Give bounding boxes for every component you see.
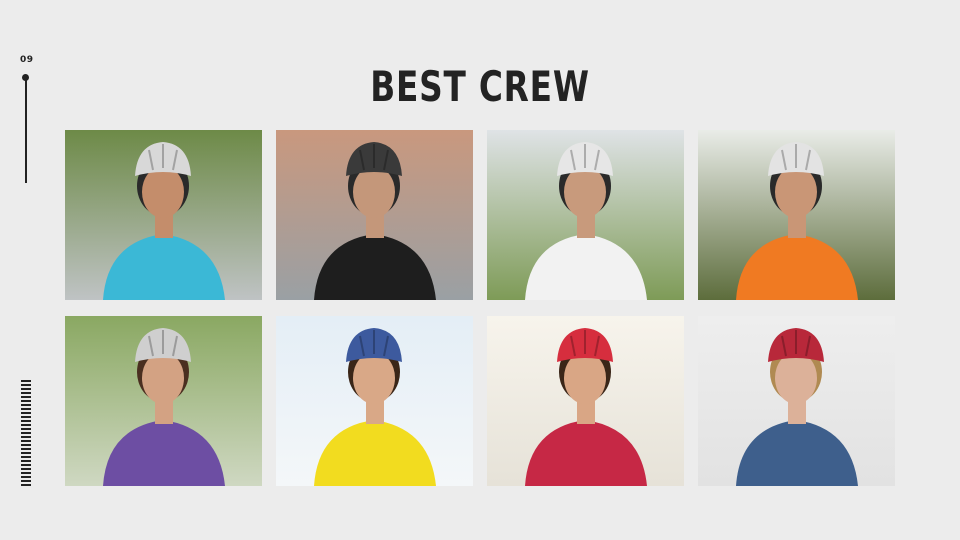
barcode-decoration bbox=[21, 380, 31, 486]
face bbox=[353, 166, 395, 218]
cyclist-portrait-2 bbox=[276, 130, 473, 300]
cyclist-portrait-6 bbox=[276, 316, 473, 486]
progress-line bbox=[25, 78, 27, 183]
crew-photo-3 bbox=[487, 130, 684, 300]
cyclist-portrait-5 bbox=[65, 316, 262, 486]
crew-photo-8 bbox=[698, 316, 895, 486]
cyclist-portrait-7 bbox=[487, 316, 684, 486]
page-title: BEST CREW bbox=[370, 62, 590, 111]
face bbox=[775, 352, 817, 404]
cyclist-portrait-3 bbox=[487, 130, 684, 300]
crew-photo-2 bbox=[276, 130, 473, 300]
crew-photo-1 bbox=[65, 130, 262, 300]
slide-number: 09 bbox=[20, 55, 34, 65]
face bbox=[775, 166, 817, 218]
cyclist-portrait-4 bbox=[698, 130, 895, 300]
face bbox=[353, 352, 395, 404]
crew-photo-5 bbox=[65, 316, 262, 486]
face bbox=[142, 352, 184, 404]
cyclist-portrait-8 bbox=[698, 316, 895, 486]
crew-photo-grid bbox=[65, 130, 895, 486]
crew-photo-7 bbox=[487, 316, 684, 486]
cyclist-portrait-1 bbox=[65, 130, 262, 300]
face bbox=[564, 166, 606, 218]
face bbox=[142, 166, 184, 218]
face bbox=[564, 352, 606, 404]
crew-photo-6 bbox=[276, 316, 473, 486]
crew-photo-4 bbox=[698, 130, 895, 300]
